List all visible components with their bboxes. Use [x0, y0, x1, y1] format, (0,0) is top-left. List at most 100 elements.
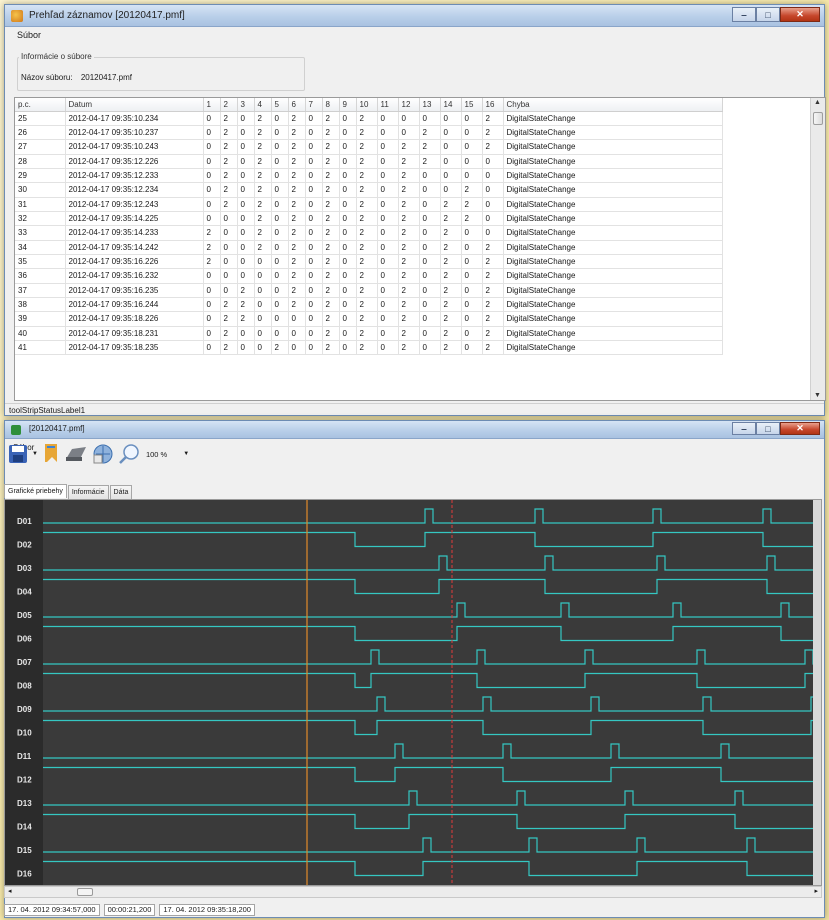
table-cell: 0 — [339, 111, 357, 126]
waveform-plot[interactable]: D01 D02 D03 D04 D05 D06 D07 D08 D09 D10 D11 D12 D13 D… — [5, 500, 821, 885]
plot-vertical-scrollbar[interactable] — [813, 500, 821, 885]
column-header[interactable]: 16 — [482, 98, 504, 112]
column-header[interactable]: p.c. — [15, 98, 66, 112]
records-grid[interactable]: p.c. Datum 1 2 3 4 5 6 7 8 9 10 11 12 13 14 15 16 Chyba 25… — [14, 97, 826, 401]
globe-settings-icon[interactable] — [92, 443, 114, 465]
table-cell: 0 — [254, 326, 272, 342]
column-header[interactable]: 6 — [288, 98, 306, 112]
column-header[interactable]: Chyba — [503, 98, 723, 112]
column-header[interactable]: 10 — [356, 98, 378, 112]
maximize-button[interactable]: □ — [756, 7, 780, 22]
scroll-down-icon[interactable]: ▼ — [814, 392, 821, 399]
records-window: Prehľad záznamov [20120417.pmf] ‒ □ ✕ Sú… — [4, 4, 826, 416]
table-cell: 2 — [322, 240, 340, 255]
table-cell: 0 — [237, 182, 255, 198]
column-header[interactable]: 11 — [377, 98, 399, 112]
table-row[interactable]: 31 2012-04-17 09:35:12.243 0 2 0 2 0 2 0 2 0 2 0 2 0 2 2… — [15, 197, 723, 212]
save-icon[interactable] — [8, 444, 28, 464]
table-cell: 0 — [237, 254, 255, 270]
table-cell: 0 — [482, 168, 504, 184]
table-row[interactable]: 25 2012-04-17 09:35:10.234 0 2 0 2 0 2 0 2 0 2 0 0 0 0 0… — [15, 111, 723, 126]
scroll-thumb[interactable] — [813, 112, 823, 125]
table-row[interactable]: 39 2012-04-17 09:35:18.226 0 2 2 0 0 0 0 2 0 2 0 2 0 2 0… — [15, 311, 723, 327]
scroll-left-icon[interactable]: ◂ — [8, 887, 12, 895]
table-row[interactable]: 33 2012-04-17 09:35:14.233 2 0 0 2 0 2 0 2 0 2 0 2 0 2 0… — [15, 225, 723, 241]
table-cell: 2 — [288, 254, 306, 270]
scroll-right-icon[interactable]: ▸ — [814, 887, 818, 895]
records-titlebar[interactable]: Prehľad záznamov [20120417.pmf] ‒ □ ✕ — [5, 5, 824, 27]
column-header[interactable]: 14 — [440, 98, 462, 112]
menu-subor[interactable]: Súbor — [17, 30, 41, 40]
table-row[interactable]: 40 2012-04-17 09:35:18.231 0 2 0 0 0 0 0 2 0 2 0 2 0 2 0… — [15, 326, 723, 342]
table-row[interactable]: 27 2012-04-17 09:35:10.243 0 2 0 2 0 2 0 2 0 2 0 2 2 0 0… — [15, 139, 723, 155]
print-icon[interactable] — [64, 445, 88, 463]
table-row[interactable]: 32 2012-04-17 09:35:14.225 0 0 0 2 0 2 0 2 0 2 0 2 0 2 2… — [15, 211, 723, 227]
column-header[interactable]: 3 — [237, 98, 255, 112]
column-header[interactable]: 4 — [254, 98, 272, 112]
table-cell: 2 — [220, 139, 238, 155]
table-cell: 2 — [288, 111, 306, 126]
table-cell: 2 — [288, 211, 306, 227]
column-header[interactable]: 12 — [398, 98, 420, 112]
table-cell: 0 — [203, 182, 221, 198]
table-cell: 2 — [398, 297, 420, 313]
column-header[interactable]: 7 — [305, 98, 323, 112]
column-header[interactable]: 13 — [419, 98, 441, 112]
table-row[interactable]: 28 2012-04-17 09:35:12.226 0 2 0 2 0 2 0 2 0 2 0 2 2 0 0… — [15, 154, 723, 169]
column-header[interactable]: 15 — [461, 98, 483, 112]
table-cell: 2 — [322, 197, 340, 212]
table-cell: 2012-04-17 09:35:12.243 — [65, 197, 204, 212]
graph-titlebar[interactable]: [20120417.pmf] ‒ □ ✕ — [5, 421, 824, 439]
column-header[interactable]: 2 — [220, 98, 238, 112]
table-cell: 2 — [254, 111, 272, 126]
table-row[interactable]: 37 2012-04-17 09:35:16.235 0 0 2 0 0 2 0 2 0 2 0 2 0 2 0… — [15, 283, 723, 298]
tab-informacie[interactable]: Informácie — [67, 485, 109, 499]
table-row[interactable]: 29 2012-04-17 09:35:12.233 0 2 0 2 0 2 0 2 0 2 0 2 0 0 0… — [15, 168, 723, 184]
table-cell: 0 — [203, 268, 221, 284]
column-header[interactable]: 5 — [271, 98, 289, 112]
zoom-level[interactable]: 100 % — [146, 450, 167, 459]
column-header[interactable]: 8 — [322, 98, 340, 112]
scroll-up-icon[interactable]: ▲ — [814, 99, 821, 106]
table-cell: 2012-04-17 09:35:12.234 — [65, 182, 204, 198]
table-row[interactable]: 30 2012-04-17 09:35:12.234 0 2 0 2 0 2 0 2 0 2 0 2 0 0 2… — [15, 182, 723, 198]
table-row[interactable]: 34 2012-04-17 09:35:14.242 2 0 0 2 0 2 0 2 0 2 0 2 0 2 0… — [15, 240, 723, 255]
table-cell: 2 — [356, 139, 378, 155]
column-header[interactable]: Datum — [65, 98, 204, 112]
minimize-button[interactable]: ‒ — [732, 422, 756, 435]
table-cell: 2012-04-17 09:35:16.235 — [65, 283, 204, 298]
dropdown-arrow-icon[interactable]: ▼ — [32, 451, 38, 457]
table-cell: 2 — [220, 182, 238, 198]
table-cell: 0 — [419, 240, 441, 255]
app-icon — [11, 425, 21, 435]
table-cell: 0 — [482, 197, 504, 212]
maximize-button[interactable]: □ — [756, 422, 780, 435]
column-header[interactable]: 9 — [339, 98, 357, 112]
column-header[interactable]: 1 — [203, 98, 221, 112]
table-row[interactable]: 41 2012-04-17 09:35:18.235 0 2 0 0 2 0 0 2 0 2 0 2 0 2 0… — [15, 340, 723, 356]
table-cell: DigitalStateChange — [503, 268, 723, 284]
table-cell: 0 — [461, 311, 483, 327]
table-row[interactable]: 36 2012-04-17 09:35:16.232 0 0 0 0 0 2 0 2 0 2 0 2 0 2 0… — [15, 268, 723, 284]
close-button[interactable]: ✕ — [780, 422, 820, 435]
table-row[interactable]: 26 2012-04-17 09:35:10.237 0 2 0 2 0 2 0 2 0 2 0 0 2 0 0… — [15, 125, 723, 141]
records-vertical-scrollbar[interactable]: ▲ ▼ — [810, 98, 825, 400]
channel-label: D13 — [17, 799, 32, 808]
zoom-dropdown-icon[interactable]: ▼ — [183, 451, 189, 457]
minimize-button[interactable]: ‒ — [732, 7, 756, 22]
tab-graficke-priebehy[interactable]: Grafické priebehy — [4, 484, 67, 498]
zoom-icon[interactable] — [118, 443, 140, 465]
table-cell: 40 — [15, 326, 66, 342]
tab-data[interactable]: Dáta — [109, 485, 133, 499]
table-row[interactable]: 35 2012-04-17 09:35:16.226 2 0 0 0 0 2 0 2 0 2 0 2 0 2 0… — [15, 254, 723, 270]
waveform-horizontal-scrollbar[interactable]: ◂ ▸ — [4, 886, 822, 898]
table-cell: 0 — [305, 311, 323, 327]
bookmark-icon[interactable] — [44, 443, 60, 465]
close-button[interactable]: ✕ — [780, 7, 820, 22]
table-cell: 37 — [15, 283, 66, 298]
table-cell: 2 — [398, 254, 420, 270]
table-row[interactable]: 38 2012-04-17 09:35:16.244 0 2 2 0 0 2 0 2 0 2 0 2 0 2 0… — [15, 297, 723, 313]
scroll-thumb[interactable] — [77, 888, 93, 896]
table-cell: 2 — [398, 168, 420, 184]
table-cell: 0 — [220, 254, 238, 270]
